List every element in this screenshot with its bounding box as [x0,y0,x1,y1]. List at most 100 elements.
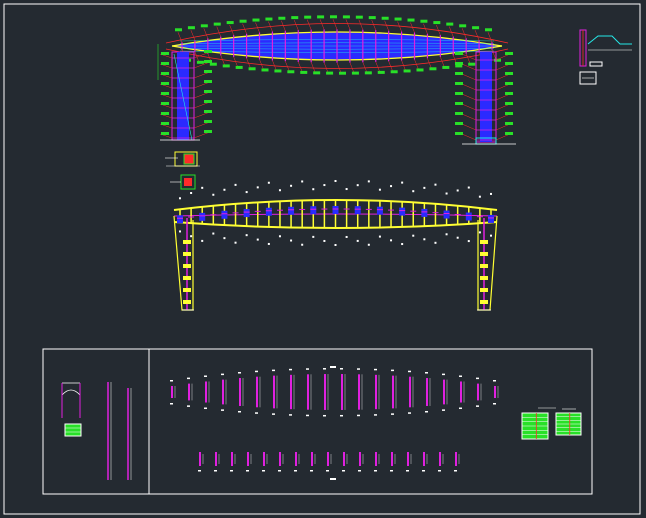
callout-tag-bottom [209,62,217,66]
deck-panel-fill [376,206,383,215]
left-pier-tag [204,60,212,63]
rib-top-row-label [391,413,394,415]
rib-top-row-label [272,413,275,415]
left-leg-step [183,288,191,292]
rib-bottom-row-label [262,470,265,472]
detail-b-core [184,178,192,186]
callout-leader-top [474,30,480,41]
rib-top-row-label [221,409,224,411]
deck-panel-fill [332,206,339,215]
marker-top [378,188,381,191]
right-pier-tag-r [505,102,513,105]
callout-tag-top [342,15,350,19]
deck-panel-fill [288,206,295,215]
callout-tag-bottom [274,69,282,73]
marker-bottom [401,243,404,246]
callout-tag-top [187,26,195,30]
callout-tag-top [226,21,234,25]
marker-bottom [456,236,459,239]
marker-top [467,186,470,189]
right-pier-tag [455,122,463,125]
rib-top-row-label [391,369,394,372]
marker-bottom [490,234,492,237]
callout-tag-top [265,17,273,21]
callout-tag-bottom [416,68,424,72]
right-leg-step [480,252,488,256]
right-pier-tag-r [505,132,513,135]
rib-top-row-label [442,409,445,411]
callout-tag-top [355,15,363,19]
rib-top-row-label [323,414,326,417]
marker-top [179,197,181,200]
marker-bottom [245,234,248,237]
rib-bottom-row-label [438,470,441,472]
right-pier-tag-r [505,62,513,65]
callout-tag-bottom [339,71,346,75]
callout-leader-bottom [323,62,329,73]
deck-panel-fill [177,215,183,224]
callout-tag-bottom [300,70,308,74]
callout-tag-bottom [403,69,411,73]
deck-panel-fill [488,214,494,223]
rib-top-row-label [459,407,462,410]
left-leg-outline [173,215,194,311]
right-pier-tag [455,82,463,85]
rib-top-row-label [493,380,496,382]
deck-panel-fill [465,212,472,221]
marker-top [234,183,237,186]
callout-tag-bottom [222,64,230,68]
marker-bottom [212,232,215,235]
marker-bottom [390,239,393,242]
right-pier-leader [461,73,477,81]
marker-top [190,192,193,195]
callout-tag-top [330,15,337,19]
rib-top-row-label [306,368,309,370]
marker-top [478,195,481,198]
callout-tag-bottom [326,71,334,75]
left-pier-tag-l [161,92,169,95]
callout-leader-bottom [465,53,471,64]
marker-top [223,188,226,191]
left-leg-step [183,276,191,280]
marker-top [390,185,393,188]
callout-tag-bottom [248,67,256,71]
right-pier-tag-r [505,72,513,75]
callout-leader-bottom [349,62,355,73]
rib-top-row-label [357,414,360,417]
callout-tag-top [407,18,415,22]
left-leg-step [183,300,191,304]
callout-tag-top [304,15,312,19]
rib-bottom-row-label [390,470,393,472]
callout-leader-bottom [310,62,316,73]
marker-top [345,188,348,191]
rib-top-row-label [425,372,428,374]
rib-top-row-label [357,368,360,370]
left-pier-tag [204,70,212,73]
rib-top-row-label [187,377,190,380]
callout-leader-top [177,32,183,43]
left-pier-tag [204,50,212,53]
rib-top-row-label [323,368,326,370]
callout-tag-top [317,15,325,19]
rib-bottom-row-label [278,470,281,472]
rib-bottom-row-label [230,470,233,472]
marker-top [445,192,448,195]
callout-tag-bottom [390,70,398,74]
marker-bottom [267,242,270,245]
marker-top [290,184,293,187]
cad-viewport[interactable] [0,0,646,518]
callout-tag-top [446,22,454,26]
callout-tag-top [278,16,286,20]
left-pier-tag-l [161,122,169,125]
marker-top [401,181,404,184]
deck-panel-fill [310,206,317,215]
right-pier-leader [461,53,477,61]
marker-top [256,186,259,189]
marker-top [323,184,326,187]
marker-bottom [434,241,437,244]
marker-bottom [278,235,281,238]
left-pier-tag-l [161,82,169,85]
callout-leader-bottom [298,61,303,72]
left-pier-tag-l [161,102,169,105]
rib-bottom-row-label [214,470,217,472]
